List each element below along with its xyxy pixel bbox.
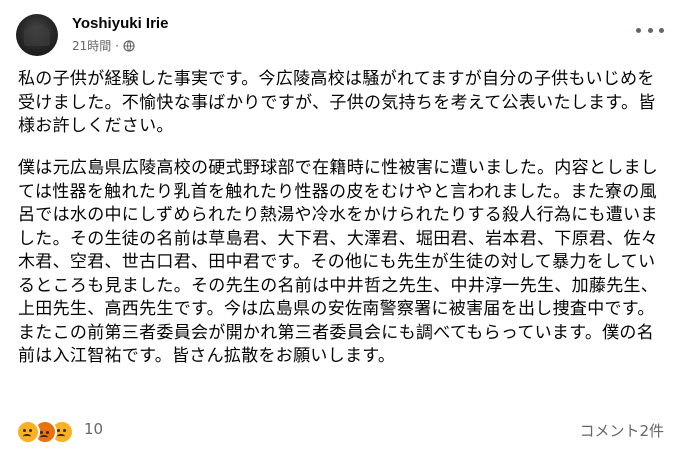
post-paragraph-2: 僕は元広島県広陵高校の硬式野球部で在籍時に性被害に遭いました。内容としましては性… [18, 158, 659, 366]
globe-icon[interactable] [123, 39, 135, 52]
author-name[interactable]: Yoshiyuki Irie [72, 15, 168, 32]
post-header: Yoshiyuki Irie 21時間 · [16, 14, 664, 58]
comments-count-link[interactable]: コメント2件 [579, 420, 664, 441]
post-timestamp[interactable]: 21時間 [72, 37, 111, 54]
facebook-post: Yoshiyuki Irie 21時間 · 私の子供が経験した事実です。今広陵高… [0, 0, 680, 452]
post-footer: 10 コメント2件 [16, 418, 664, 446]
meta-separator: · [115, 38, 120, 53]
sad-reaction-icon [16, 420, 40, 444]
reaction-count[interactable]: 10 [84, 420, 103, 438]
post-meta: 21時間 · [72, 37, 135, 54]
post-paragraph-1: 私の子供が経験した事実です。今広陵高校は騒がれてますが自分の子供もいじめを受けま… [18, 69, 656, 136]
more-horizontal-icon[interactable] [636, 22, 664, 38]
author-avatar[interactable] [16, 14, 58, 56]
